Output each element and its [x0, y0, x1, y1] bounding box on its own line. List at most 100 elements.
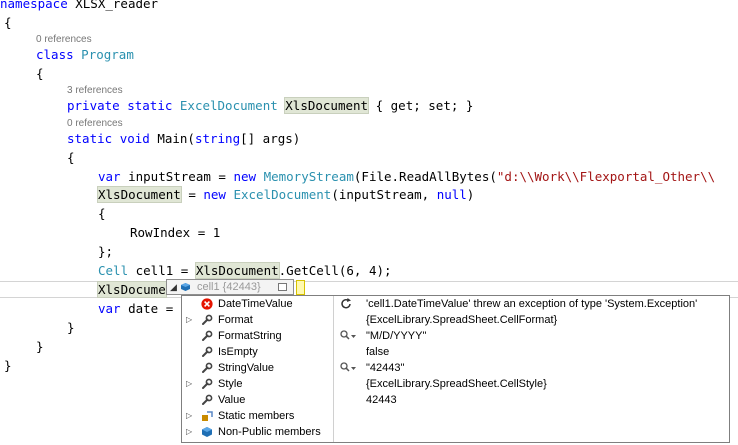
code-text: date =	[120, 301, 181, 316]
row-index-line: RowIndex = 1	[130, 225, 221, 240]
datatip-row[interactable]: Value 42443	[182, 392, 729, 408]
type-name: MemoryStream	[263, 169, 354, 184]
keyword: var	[98, 169, 121, 184]
code-text: .GetCell(6, 4);	[278, 263, 392, 278]
wrench-icon	[201, 346, 213, 358]
keyword: var	[98, 301, 121, 316]
datatip-row[interactable]: ▷ Static members	[182, 408, 729, 424]
keyword: static	[127, 98, 173, 113]
xls-assign-line: XlsDocument = new ExcelDocument(inputStr…	[97, 185, 475, 204]
member-name: DateTimeValue	[218, 298, 293, 310]
keyword: new	[233, 169, 257, 184]
keyword: new	[203, 187, 226, 202]
property-name-highlight: XlsDocume	[97, 281, 167, 298]
brace: {	[4, 15, 12, 30]
datatip-row[interactable]: StringValue "42443"	[182, 360, 729, 376]
brace: }	[36, 339, 44, 354]
magnifier-icon[interactable]	[339, 329, 356, 343]
datatip-row[interactable]: ▷ Format {ExcelLibrary.SpreadSheet.CellFor…	[182, 312, 729, 328]
code-text: (inputStream,	[331, 187, 437, 202]
namespace-line: namespace XLSX_reader	[0, 0, 158, 13]
input-stream-line: var inputStream = new MemoryStream(File.…	[98, 167, 715, 186]
member-value[interactable]: {ExcelLibrary.SpreadSheet.CellFormat}	[366, 312, 557, 328]
class-line: class Program	[36, 45, 134, 64]
method-args: [] args)	[240, 131, 301, 146]
member-name: Static members	[218, 410, 295, 422]
method-name: Main(	[149, 131, 195, 146]
keyword: private	[67, 98, 120, 113]
string-literal: "d:\\Work\\Flexportal_Other\\	[496, 169, 716, 184]
keyword: namespace	[0, 0, 68, 11]
type-name: ExcelDocument	[179, 98, 278, 113]
member-value[interactable]: 42443	[366, 392, 397, 408]
brace: };	[98, 244, 114, 259]
datatip-row[interactable]: DateTimeValue 'cell1.DateTimeValue' threw…	[182, 296, 729, 312]
code-text: cell1 =	[128, 263, 196, 278]
wrench-icon	[201, 362, 213, 374]
property-name-highlight: XlsDocument	[97, 186, 182, 203]
brace: {	[98, 206, 106, 221]
wrench-icon	[201, 378, 213, 390]
pin-icon[interactable]	[278, 283, 287, 291]
member-value[interactable]: false	[366, 344, 389, 360]
error-icon	[201, 298, 213, 310]
code-text: =	[180, 187, 204, 202]
brace: }	[67, 320, 75, 335]
wrench-icon	[201, 394, 213, 406]
refresh-icon[interactable]	[339, 297, 353, 311]
expand-arrow-icon[interactable]: ▷	[186, 424, 194, 440]
member-name: Format	[218, 314, 253, 326]
expand-arrow-icon[interactable]: ▷	[186, 376, 194, 392]
object-icon	[181, 283, 190, 291]
keyword: class	[36, 47, 74, 62]
expand-arrow-icon[interactable]: ▷	[186, 312, 194, 328]
code-text: inputStream =	[120, 169, 234, 184]
brace: }	[4, 358, 12, 373]
brace: {	[67, 150, 75, 165]
code-text: (File.ReadAllBytes(	[353, 169, 497, 184]
datatip-row[interactable]: FormatString "M/D/YYYY"	[182, 328, 729, 344]
namespace-name: XLSX_reader	[67, 0, 159, 11]
expand-arrow-icon[interactable]: ▷	[186, 408, 194, 424]
class-name: Program	[81, 47, 134, 62]
type-name: Cell	[98, 263, 129, 278]
property-name-highlight: XlsDocument	[284, 97, 370, 114]
datatip-row[interactable]: ▷ Non-Public members	[182, 424, 729, 440]
datatip-row[interactable]: IsEmpty false	[182, 344, 729, 360]
keyword: void	[119, 131, 150, 146]
property-name-highlight: XlsDocument	[194, 262, 280, 279]
member-name: Non-Public members	[218, 426, 321, 438]
wrench-icon	[201, 330, 213, 342]
member-value[interactable]: "M/D/YYYY"	[366, 328, 426, 344]
non-public-icon	[201, 426, 213, 438]
static-members-icon	[201, 410, 213, 422]
member-name: IsEmpty	[218, 346, 258, 358]
code-text: )	[466, 187, 475, 202]
wrench-icon	[201, 314, 213, 326]
member-value[interactable]: 'cell1.DateTimeValue' threw an exception…	[366, 296, 697, 312]
member-name: StringValue	[218, 362, 275, 374]
type-name: ExcelDocument	[233, 187, 332, 202]
breakpoint-caret	[296, 280, 305, 295]
current-line: XlsDocume	[97, 280, 167, 299]
date-line: var date =	[98, 299, 181, 318]
datatip-row[interactable]: ▷ Style {ExcelLibrary.SpreadSheet.CellStyl…	[182, 376, 729, 392]
keyword: null	[436, 187, 467, 202]
property-line: private static ExcelDocument XlsDocument…	[67, 96, 473, 115]
member-value[interactable]: "42443"	[366, 360, 404, 376]
datatip-panel[interactable]: DateTimeValue 'cell1.DateTimeValue' threw…	[181, 295, 730, 443]
keyword: static	[67, 131, 113, 146]
member-name: Style	[218, 378, 243, 390]
collapse-arrow-icon[interactable]: ◢	[170, 280, 177, 295]
member-name: FormatString	[218, 330, 282, 342]
main-signature: static void Main(string[] args)	[67, 129, 300, 148]
cell-line: Cell cell1 = XlsDocument.GetCell(6, 4);	[98, 261, 392, 280]
keyword: string	[194, 131, 241, 146]
property-accessors: { get; set; }	[368, 98, 474, 113]
datatip-variable-label: cell1 {42443}	[197, 281, 261, 293]
magnifier-icon[interactable]	[339, 361, 356, 375]
member-name: Value	[218, 394, 246, 406]
datatip-header[interactable]: ◢ cell1 {42443}	[166, 279, 294, 295]
brace: {	[36, 66, 44, 81]
member-value[interactable]: {ExcelLibrary.SpreadSheet.CellStyle}	[366, 376, 547, 392]
